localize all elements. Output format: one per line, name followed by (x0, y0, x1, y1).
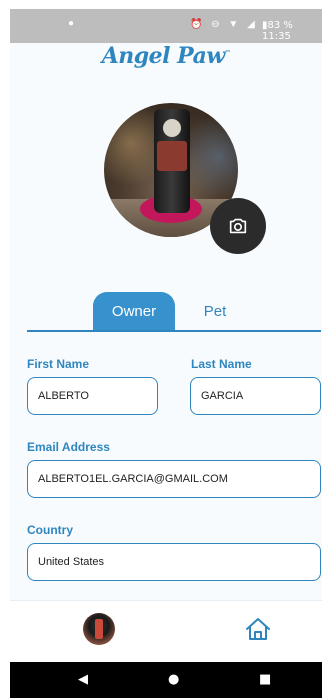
status-bar: ● ⏰ ⊖ ▼ ◢ ▮83 % 11:35 (10, 9, 322, 43)
app-logo: Angel Paw™ (0, 43, 332, 69)
home-icon[interactable] (244, 615, 272, 643)
app-logo-text: Angel Paw (101, 43, 226, 69)
system-nav-bar: ◀ ● ■ (10, 662, 322, 698)
avatar[interactable] (83, 613, 115, 645)
owner-pet-tabs: Owner Pet (27, 292, 321, 332)
email-label: Email Address (27, 440, 110, 454)
chat-bubble-icon: ● (68, 18, 75, 29)
home-button[interactable]: ● (168, 672, 179, 687)
back-button[interactable]: ◀ (78, 672, 88, 687)
first-name-field[interactable]: ALBERTO (27, 377, 158, 415)
country-field[interactable]: United States (27, 543, 321, 581)
change-photo-button[interactable] (210, 198, 266, 254)
camera-icon (229, 218, 247, 234)
tab-pet[interactable]: Pet (181, 292, 249, 330)
last-name-label: Last Name (191, 357, 252, 371)
clock: 11:35 (262, 31, 291, 42)
email-field[interactable]: ALBERTO1EL.GARCIA@GMAIL.COM (27, 460, 321, 498)
trademark: ™ (224, 49, 231, 57)
last-name-field[interactable]: GARCIA (190, 377, 321, 415)
status-icons: ⏰ ⊖ ▼ ◢ (190, 19, 258, 30)
battery-time: ▮83 % 11:35 (262, 20, 322, 42)
first-name-label: First Name (27, 357, 90, 371)
bottom-navigation (10, 600, 322, 662)
battery-percent: 83 % (267, 20, 293, 31)
recents-button[interactable]: ■ (259, 672, 271, 687)
tab-owner[interactable]: Owner (93, 292, 175, 330)
country-label: Country (27, 523, 73, 537)
